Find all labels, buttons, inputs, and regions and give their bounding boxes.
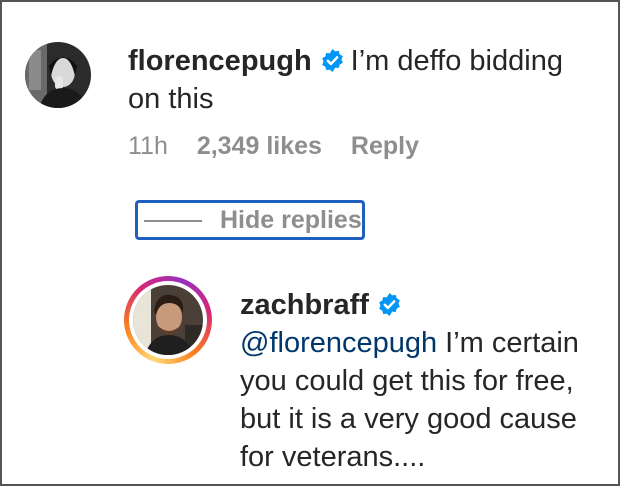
hide-replies-button[interactable]: Hide replies	[135, 200, 365, 240]
mention-link[interactable]: @florencepugh	[240, 327, 437, 359]
comment-time: 11h	[128, 132, 168, 160]
replies-divider-line	[144, 220, 202, 222]
comment-likes[interactable]: 2,349 likes	[197, 132, 322, 160]
comment: florencepugh I’m deffo bidding on this	[128, 42, 598, 118]
comment-username[interactable]: florencepugh	[128, 45, 312, 77]
verified-badge-icon	[320, 45, 345, 72]
story-ring[interactable]	[124, 276, 212, 364]
comment-meta: 11h 2,349 likes Reply	[128, 132, 441, 161]
reply-button[interactable]: Reply	[351, 132, 419, 160]
florencepugh-avatar[interactable]	[25, 42, 91, 108]
reply-username[interactable]: zachbraff	[240, 289, 369, 321]
zachbraff-avatar[interactable]	[133, 285, 203, 355]
reply-comment: zachbraff @florencepugh I’m certain you …	[240, 286, 605, 476]
hide-replies-label: Hide replies	[220, 206, 362, 234]
verified-badge-icon	[377, 289, 402, 316]
